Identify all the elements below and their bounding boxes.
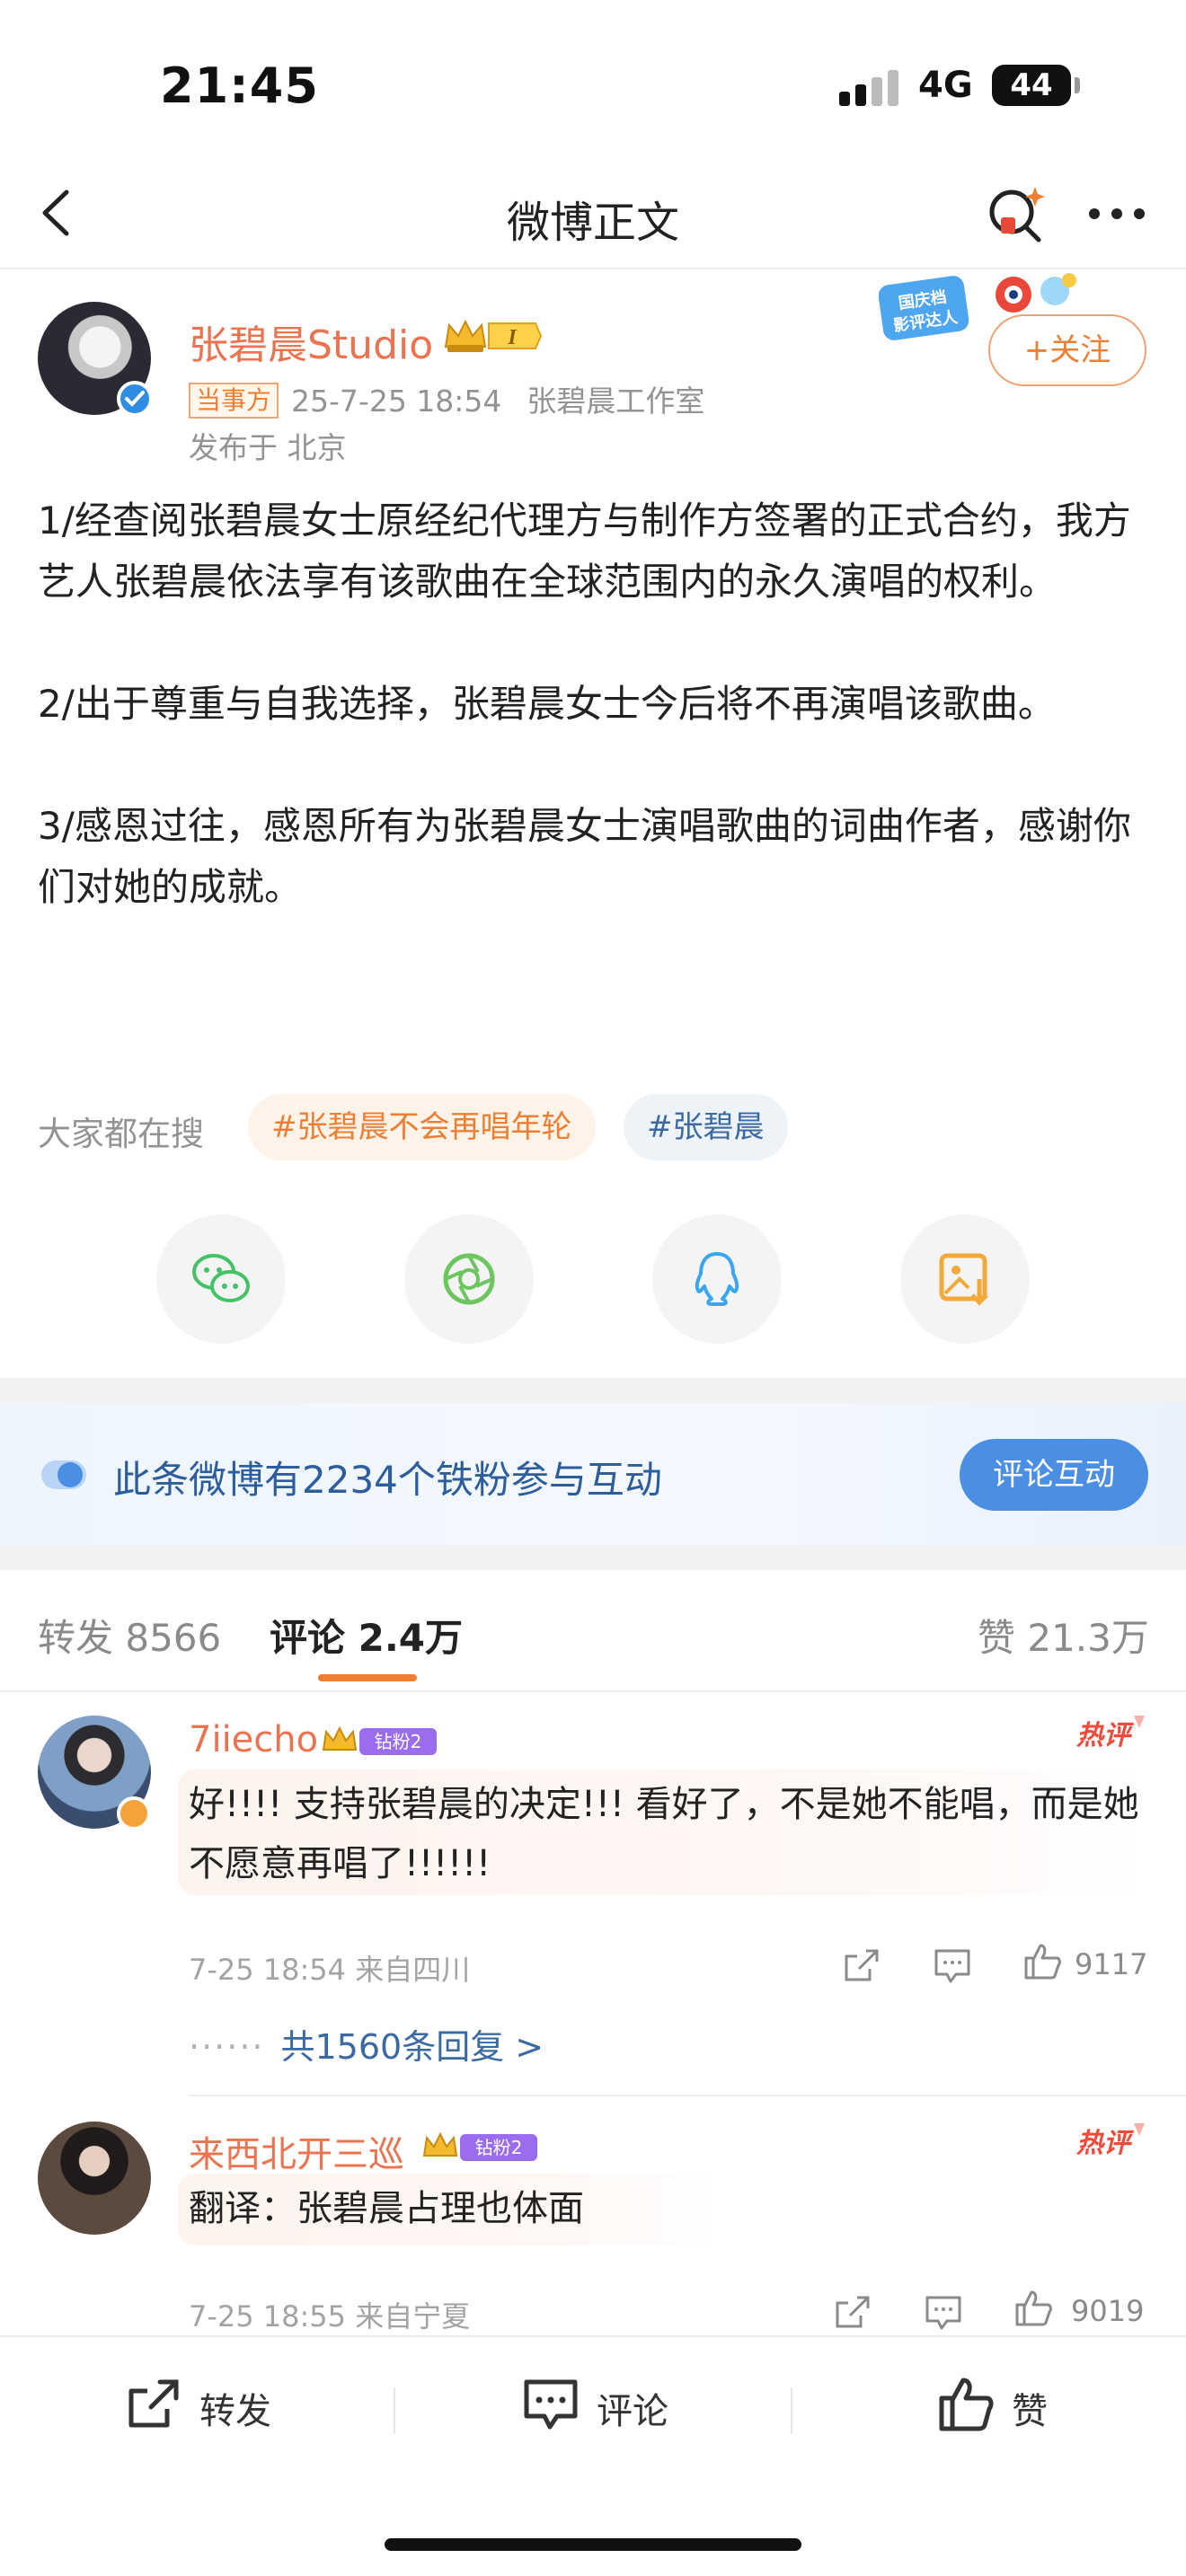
more-dots-icon[interactable]	[1084, 181, 1150, 246]
post-source[interactable]: 张碧晨工作室	[527, 384, 704, 419]
tab-indicator	[318, 1674, 417, 1681]
commenter-avatar[interactable]	[38, 2122, 151, 2235]
post-location: 发布于 北京	[189, 430, 347, 465]
hot-comment-badge: 热评	[1075, 2120, 1146, 2165]
verified-icon	[117, 1796, 151, 1831]
section-gap	[0, 1378, 1186, 1403]
wechat-icon[interactable]	[156, 1214, 286, 1344]
share-comment-icon[interactable]	[839, 1944, 882, 1987]
repost-icon	[128, 2379, 179, 2428]
hot-comment-text: 热评	[1075, 1720, 1135, 1751]
comment-icon	[524, 2379, 578, 2430]
fans-banner-text: 此条微博有2234个铁粉参与互动	[113, 1458, 662, 1502]
reply-comment-icon[interactable]	[922, 2290, 965, 2333]
verified-icon	[117, 381, 153, 417]
hot-comment-badge: 热评	[1075, 1712, 1146, 1757]
hashtag-chip[interactable]: #张碧晨不会再唱年轮	[248, 1094, 596, 1160]
comment-meta: 7-25 18:55 来自宁夏	[189, 2299, 471, 2333]
comment-interact-button[interactable]: 评论互动	[960, 1439, 1148, 1511]
status-time: 21:45	[160, 57, 319, 114]
interaction-tabs: 转发 8566 评论 2.4万 赞 21.3万	[0, 1570, 1186, 1692]
post-paragraph: 3/感恩过往，感恩所有为张碧晨女士演唱歌曲的词曲作者，感谢你们对她的成就。	[38, 804, 1131, 909]
share-comment-icon[interactable]	[830, 2290, 873, 2333]
post-body: 1/经查阅张碧晨女士原经纪代理方与制作方签署的正式合约，我方艺人张碧晨依法享有该…	[38, 490, 1148, 918]
fans-banner: 此条微博有2234个铁粉参与互动 评论互动	[0, 1403, 1186, 1545]
signal-icon	[839, 70, 902, 106]
like-label: 赞	[1012, 2391, 1048, 2432]
trending-label: 大家都在搜	[38, 1115, 204, 1153]
save-image-icon[interactable]	[900, 1214, 1030, 1344]
comment-text: 好!!!! 支持张碧晨的决定!!! 看好了，不是她不能唱，而是她不愿意再唱了!!…	[189, 1784, 1139, 1884]
author-name[interactable]: 张碧晨Studio	[189, 313, 433, 370]
trending-search-row: 大家都在搜 #张碧晨不会再唱年轮 #张碧晨	[38, 1094, 1148, 1160]
status-bar: 21:45 4G 44	[0, 0, 1186, 162]
reply-comment-icon[interactable]	[931, 1944, 974, 1987]
commenter-name[interactable]: 来西北开三巡	[189, 2125, 404, 2177]
fan-badge-text: 钻粉2	[375, 1731, 422, 1752]
comment-text: 翻译：张碧晨占理也体面	[189, 2188, 584, 2229]
tab-like[interactable]: 赞 21.3万	[978, 1608, 1149, 1663]
fan-level-badge: 钻粉2	[322, 1725, 438, 1757]
qq-icon[interactable]	[652, 1214, 782, 1344]
bottom-toolbar: 转发 评论 赞	[0, 2335, 1186, 2493]
repost-label: 转发	[199, 2391, 271, 2432]
crown-level-icon: I	[442, 316, 543, 356]
party-tag: 当事方	[189, 383, 279, 419]
fan-badge-text: 钻粉2	[475, 2137, 523, 2158]
comment-label: 评论	[597, 2391, 668, 2432]
post-paragraph: 1/经查阅张碧晨女士原经纪代理方与制作方签署的正式合约，我方艺人张碧晨依法享有该…	[38, 498, 1131, 604]
fan-level-badge: 钻粉2	[422, 2130, 539, 2163]
post-paragraph: 2/出于尊重与自我选择，张碧晨女士今后将不再演唱该歌曲。	[38, 682, 1056, 726]
hot-comment-text: 热评	[1075, 2128, 1135, 2159]
toolbar-divider	[394, 2387, 395, 2434]
battery-icon: 44	[992, 65, 1071, 106]
repost-button[interactable]: 转发	[122, 2373, 302, 2436]
nav-bar: 微博正文	[0, 162, 1186, 269]
like-button[interactable]: 赞	[934, 2373, 1096, 2436]
hashtag-chip[interactable]: #张碧晨	[624, 1094, 788, 1160]
like-icon	[939, 2378, 994, 2431]
post-time: 25-7-25 18:54	[291, 384, 502, 419]
svg-text:I: I	[507, 326, 518, 349]
tab-comment[interactable]: 评论 2.4万	[270, 1608, 463, 1663]
tab-repost[interactable]: 转发 8566	[38, 1608, 221, 1663]
replies-dots: ······	[189, 2027, 265, 2067]
comment-like-count: 9019	[1071, 2294, 1145, 2328]
comment-button[interactable]: 评论	[519, 2373, 699, 2436]
home-indicator[interactable]	[385, 2538, 801, 2551]
follow-button[interactable]: +关注	[988, 314, 1146, 386]
fans-toggle-icon	[40, 1457, 90, 1493]
like-comment-icon[interactable]	[1012, 2287, 1055, 2330]
network-type: 4G	[918, 65, 973, 106]
share-row	[0, 1214, 1186, 1344]
comment-meta: 7-25 18:54 来自四川	[189, 1953, 471, 1987]
post-meta: 当事方 25-7-25 18:54 张碧晨工作室	[189, 377, 704, 420]
toolbar-divider	[791, 2387, 792, 2434]
moments-icon[interactable]	[404, 1214, 534, 1344]
section-gap	[0, 1545, 1186, 1570]
comment-divider	[189, 2095, 1186, 2096]
like-comment-icon[interactable]	[1021, 1940, 1064, 1983]
view-replies-link[interactable]: ······ 共1560条回复 >	[189, 2019, 544, 2069]
battery-cap	[1075, 77, 1080, 93]
comment-like-count: 9117	[1075, 1947, 1148, 1981]
replies-count: 共1560条回复 >	[280, 2027, 544, 2067]
commenter-name[interactable]: 7iiecho	[189, 1719, 318, 1760]
search-spark-icon[interactable]	[983, 181, 1048, 246]
